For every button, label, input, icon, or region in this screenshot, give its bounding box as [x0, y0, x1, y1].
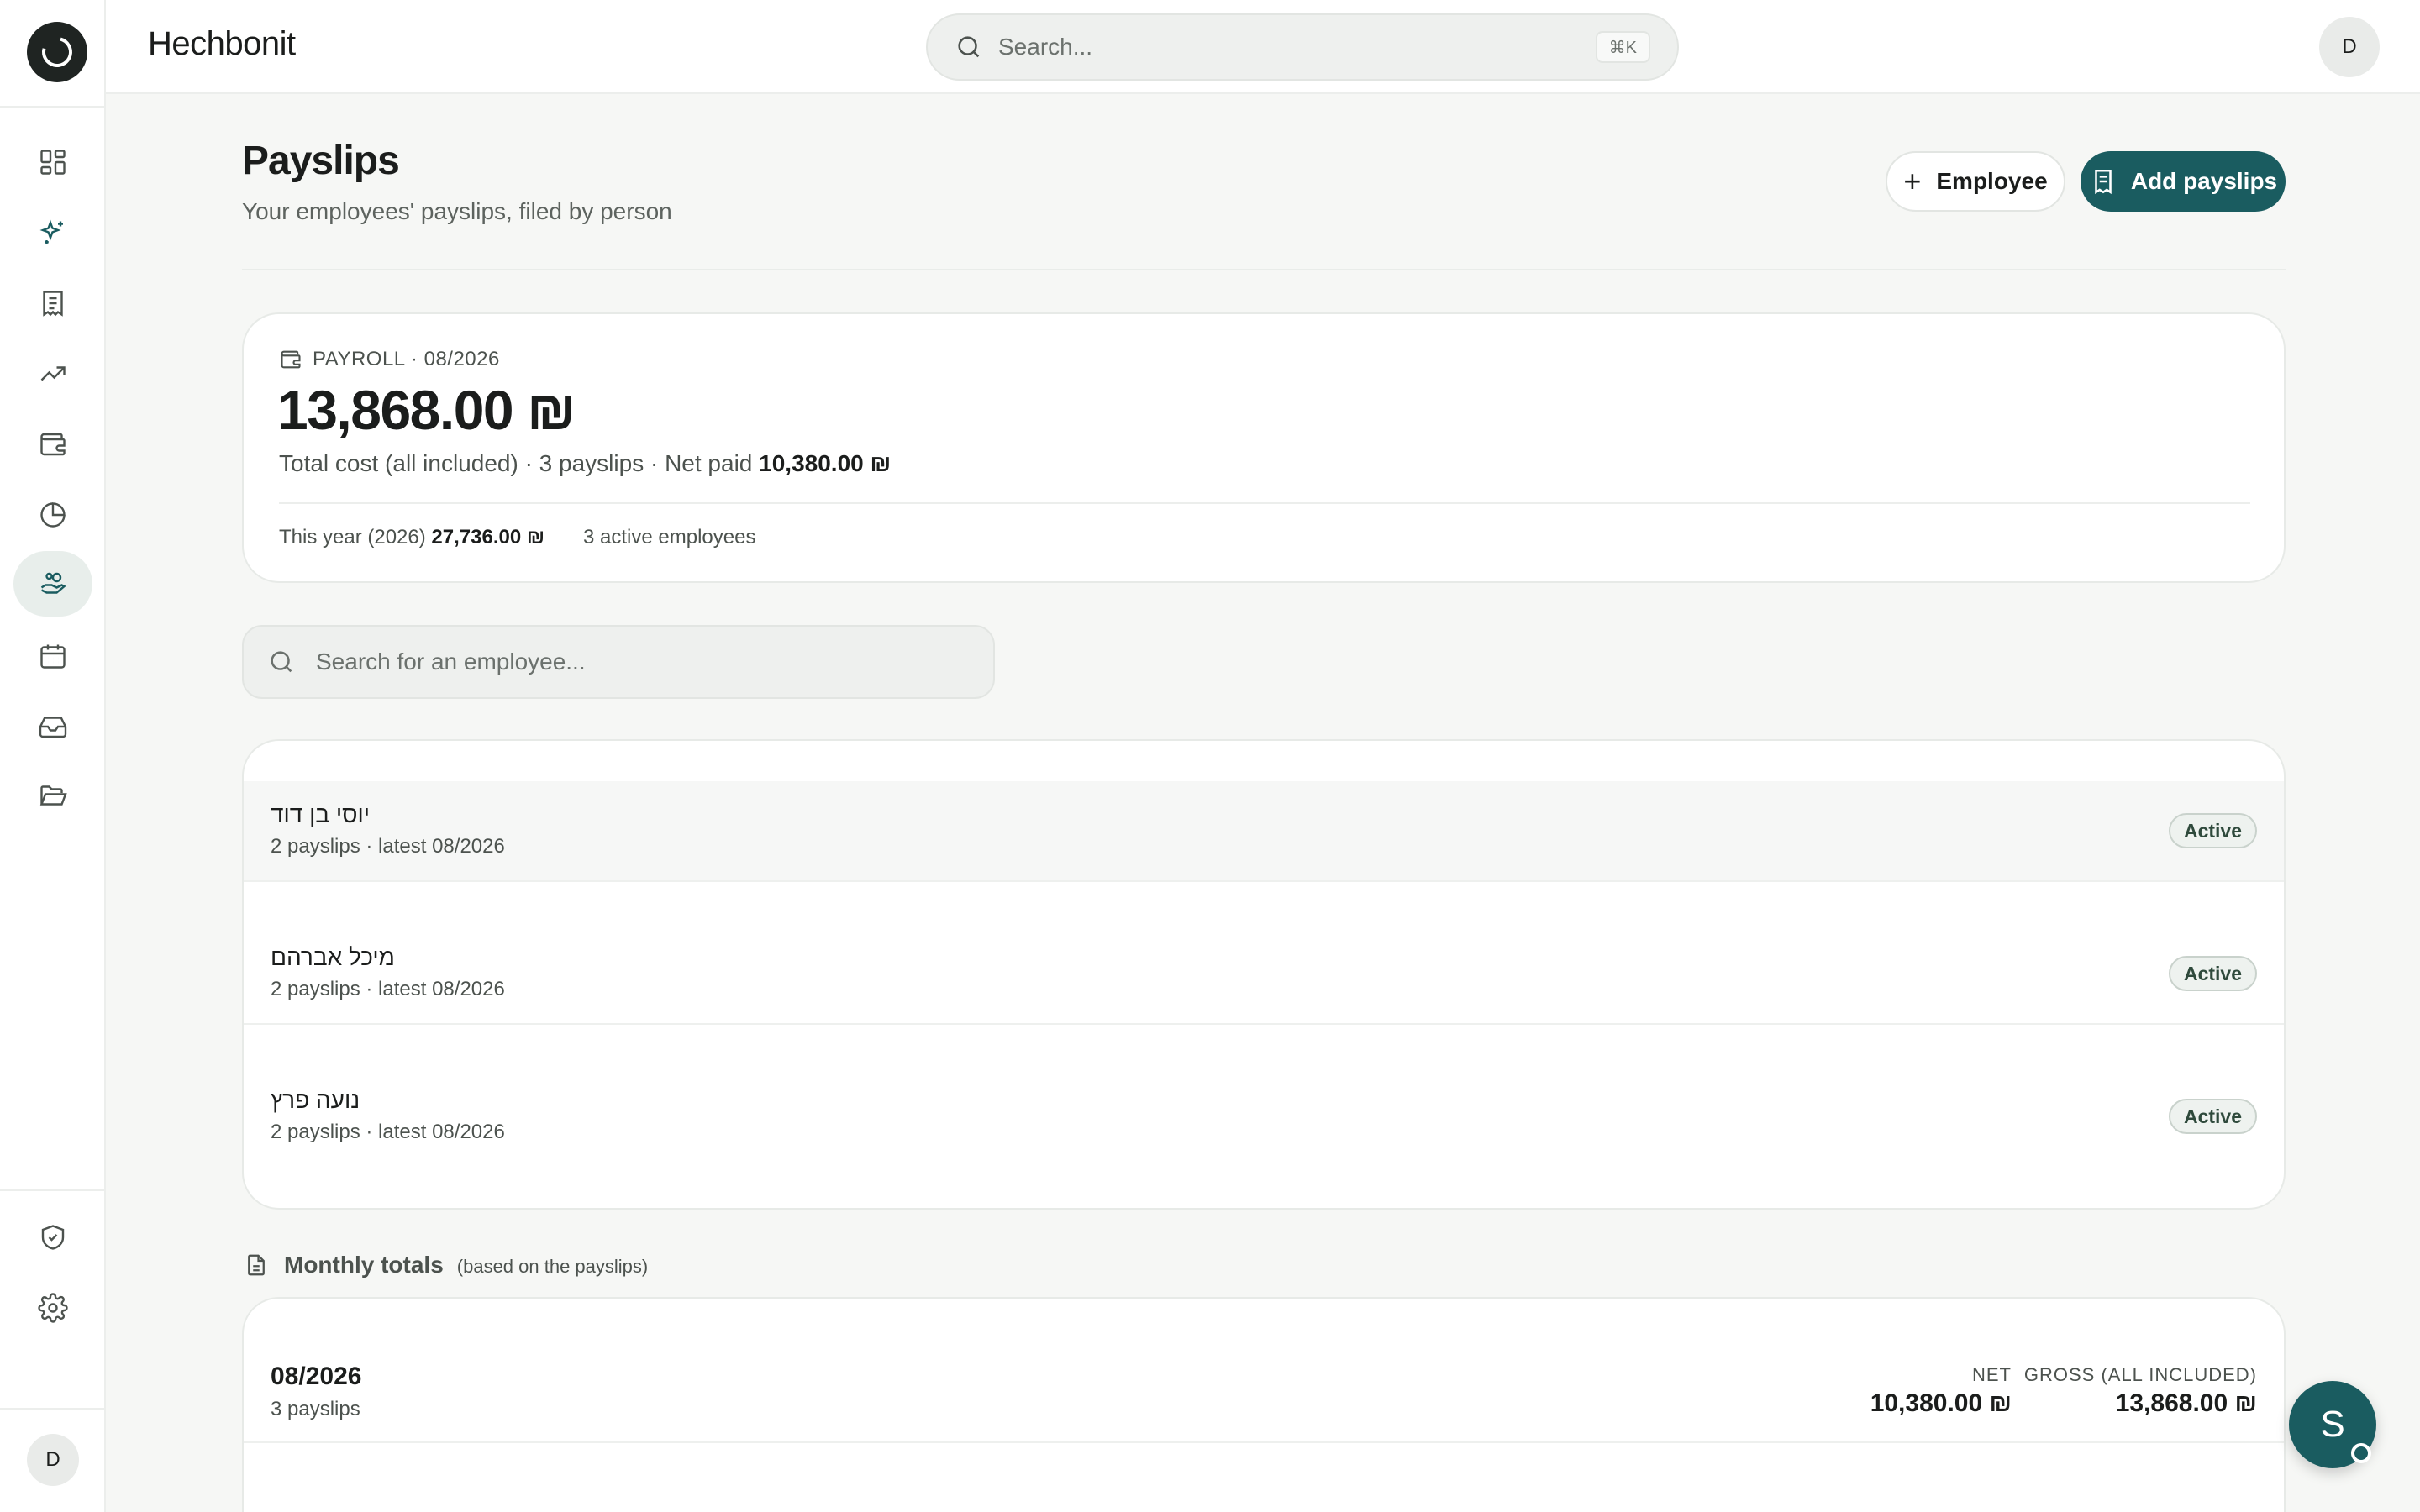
header-divider: [242, 269, 2286, 270]
sidebar-divider-bottom: [0, 1189, 106, 1191]
employee-list: יוסי בן דוד 2 payslips · latest 08/2026 …: [242, 739, 2286, 1210]
payroll-net-paid: 10,380.00 ₪: [759, 450, 892, 476]
gross-label: GROSS (ALL INCLUDED): [2023, 1364, 2257, 1385]
employee-meta: 2 payslips · latest 08/2026: [271, 835, 505, 858]
employee-row[interactable]: מיכל אברהם 2 payslips · latest 08/2026 A…: [244, 924, 2284, 1025]
status-badge: Active: [2168, 813, 2257, 848]
hand-coins-icon: [40, 572, 66, 594]
employee-name: נועה פרץ: [271, 1087, 360, 1113]
monthly-totals-card: 08/2026 3 payslips NET 10,380.00 ₪ GROSS…: [242, 1297, 2286, 1512]
inbox-icon: [39, 717, 67, 738]
sidebar-item-files[interactable]: [13, 763, 92, 828]
employee-row[interactable]: יוסי בן דוד 2 payslips · latest 08/2026 …: [244, 781, 2284, 882]
payroll-summary-card: PAYROLL · 08/2026 13,868.00 ₪ Total cost…: [242, 312, 2286, 583]
wallet-icon: [281, 350, 301, 369]
trending-up-icon: [40, 366, 66, 381]
sidebar-avatar[interactable]: D: [27, 1434, 79, 1486]
sidebar-item-security[interactable]: [13, 1205, 92, 1270]
payroll-year-label: This year (2026): [279, 526, 432, 549]
page-title: Payslips: [242, 139, 400, 183]
receipt-icon: [43, 291, 63, 317]
add-payslips-label: Add payslips: [2130, 168, 2278, 194]
net-label: NET: [1972, 1364, 2012, 1385]
search-shortcut-badge: ⌘K: [1595, 31, 1650, 63]
sidebar-item-inbox[interactable]: [13, 694, 92, 759]
pie-chart-icon: [40, 502, 66, 528]
month-payslip-count: 3 payslips: [271, 1398, 360, 1420]
page-subtitle: Your employees' payslips, filed by perso…: [242, 198, 672, 224]
sidebar-item-dashboard[interactable]: [13, 129, 92, 195]
sidebar-item-documents[interactable]: [13, 270, 92, 336]
shield-check-icon: [41, 1225, 65, 1250]
receipt-upload-icon: [2095, 169, 2112, 195]
employee-name: יוסי בן דוד: [271, 801, 371, 827]
payroll-label: PAYROLL · 08/2026: [279, 348, 500, 371]
active-employees-count: 3 active employees: [583, 526, 756, 549]
monthly-totals-title: Monthly totals: [284, 1252, 444, 1278]
payroll-year-total: This year (2026) 27,736.00 ₪: [279, 526, 544, 549]
sidebar-divider-avatar: [0, 1408, 106, 1410]
grid-icon: [40, 150, 66, 175]
add-employee-label: Employee: [1936, 168, 2048, 194]
add-payslips-button[interactable]: Add payslips: [2081, 151, 2286, 212]
sidebar-divider: [0, 106, 106, 108]
user-avatar[interactable]: D: [2319, 17, 2380, 77]
document-icon: [248, 1254, 265, 1276]
plus-icon: +: [1903, 164, 1922, 198]
calendar-icon: [40, 644, 66, 669]
sidebar-item-settings[interactable]: [13, 1275, 92, 1341]
status-badge: Active: [2168, 1099, 2257, 1134]
monthly-row-divider: [244, 1441, 2284, 1443]
payroll-total-amount: 13,868.00 ₪: [277, 379, 576, 441]
employee-search-input[interactable]: Search for an employee...: [242, 625, 995, 699]
payroll-period: PAYROLL · 08/2026: [313, 348, 500, 370]
payroll-meta: Total cost (all included) · 3 payslips ·…: [279, 450, 891, 477]
sidebar-item-payslips[interactable]: [13, 551, 92, 617]
employee-meta: 2 payslips · latest 08/2026: [271, 1121, 505, 1143]
app-title: Hechbonit: [148, 25, 296, 62]
sidebar-item-calendar[interactable]: [13, 623, 92, 689]
sidebar-item-wallet[interactable]: [13, 412, 92, 477]
employee-search-placeholder: Search for an employee...: [316, 648, 586, 675]
logo-ring-icon: [36, 31, 78, 73]
search-icon: [271, 651, 292, 673]
global-search[interactable]: Search... ⌘K: [926, 13, 1679, 81]
sidebar-item-analytics[interactable]: [13, 482, 92, 548]
gross-value: 13,868.00 ₪: [2115, 1389, 2257, 1417]
search-icon: [958, 36, 980, 58]
sparkles-icon: [39, 219, 63, 244]
employee-name: מיכל אברהם: [271, 944, 395, 970]
sidebar-item-reports[interactable]: [13, 341, 92, 407]
month-label: 08/2026: [271, 1362, 362, 1390]
topbar: Hechbonit Search... ⌘K D: [106, 0, 2420, 94]
monthly-totals-note: (based on the payslips): [456, 1256, 649, 1277]
payroll-meta-text: Total cost (all included) · 3 payslips ·…: [279, 450, 760, 476]
app-logo[interactable]: [27, 22, 87, 82]
monthly-totals-header: Monthly totals (based on the payslips): [244, 1252, 648, 1278]
status-badge: Active: [2168, 956, 2257, 991]
employee-meta: 2 payslips · latest 08/2026: [271, 978, 505, 1000]
net-value: 10,380.00 ₪: [1870, 1389, 2012, 1417]
employee-row[interactable]: נועה פרץ 2 payslips · latest 08/2026 Act…: [244, 1067, 2284, 1168]
gear-icon: [38, 1293, 68, 1323]
folder-open-icon: [39, 785, 67, 806]
payroll-year-value: 27,736.00 ₪: [431, 526, 545, 549]
add-employee-button[interactable]: + Employee: [1886, 151, 2065, 212]
assistant-status-dot: [2351, 1443, 2371, 1463]
sidebar-item-assistant[interactable]: [13, 200, 92, 265]
sidebar: D: [0, 0, 106, 1512]
global-search-placeholder: Search...: [998, 34, 1093, 60]
payroll-divider: [279, 502, 2250, 504]
wallet-icon: [40, 433, 66, 456]
